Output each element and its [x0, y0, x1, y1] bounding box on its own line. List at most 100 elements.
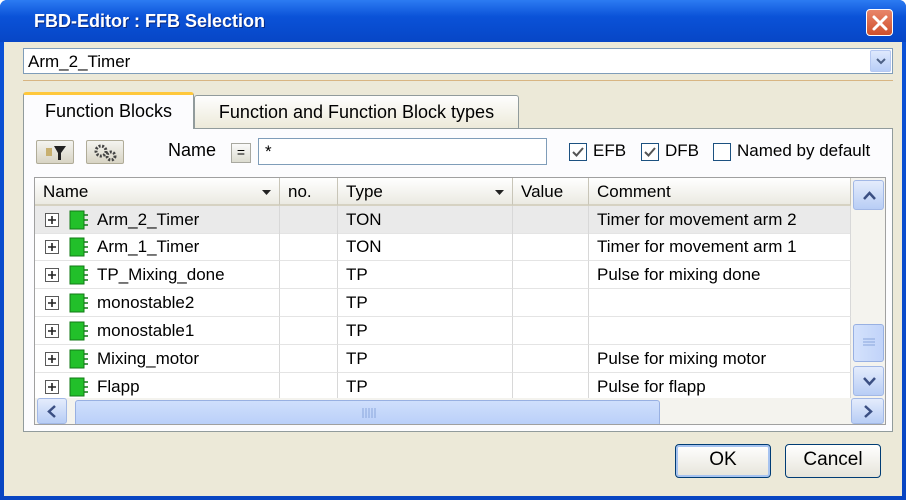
ok-button[interactable]: OK	[675, 444, 771, 478]
type-cell-text: TON	[346, 210, 382, 229]
expand-plus-icon[interactable]	[45, 324, 59, 338]
type-cell-text: TON	[346, 237, 382, 256]
name-cell[interactable]: monostable1	[35, 317, 280, 345]
comment-cell[interactable]	[589, 289, 851, 317]
horizontal-scrollbar[interactable]	[35, 398, 885, 424]
value-cell[interactable]	[513, 345, 589, 373]
comment-cell[interactable]: Timer for movement arm 2	[589, 206, 851, 234]
name-cell[interactable]: Arm_2_Timer	[35, 206, 280, 234]
table-row[interactable]: Mixing_motor TP Pulse for mixing motor	[35, 345, 851, 373]
table-row[interactable]: monostable2 TP	[35, 289, 851, 317]
table-row[interactable]: TP_Mixing_done TP Pulse for mixing done	[35, 261, 851, 289]
no-cell[interactable]	[280, 373, 338, 401]
comment-cell[interactable]: Timer for movement arm 1	[589, 233, 851, 261]
sort-dropdown-icon	[495, 190, 504, 195]
value-cell[interactable]	[513, 206, 589, 234]
no-cell[interactable]	[280, 289, 338, 317]
tab-function-and-fb-types[interactable]: Function and Function Block types	[194, 95, 519, 129]
comment-cell-text: Timer for movement arm 1	[597, 237, 797, 256]
scroll-right-button[interactable]	[851, 398, 884, 424]
efb-checkbox[interactable]	[569, 143, 587, 161]
vertical-scroll-thumb[interactable]	[853, 324, 884, 362]
comment-cell[interactable]: Pulse for mixing motor	[589, 345, 851, 373]
function-block-icon	[69, 321, 88, 341]
value-cell[interactable]	[513, 233, 589, 261]
separator	[23, 80, 893, 81]
expand-plus-icon[interactable]	[45, 268, 59, 282]
horizontal-scroll-thumb[interactable]	[75, 400, 660, 424]
instance-combo[interactable]: Arm_2_Timer	[23, 48, 893, 74]
name-filter-input[interactable]: *	[258, 138, 547, 165]
no-cell[interactable]	[280, 206, 338, 234]
type-cell-text: TP	[346, 377, 368, 396]
name-cell[interactable]: Flapp	[35, 373, 280, 401]
function-block-icon	[69, 377, 88, 397]
value-cell[interactable]	[513, 373, 589, 401]
expand-plus-icon[interactable]	[45, 240, 59, 254]
row-instance-name: monostable1	[97, 321, 195, 340]
grip-icon	[863, 338, 875, 346]
scroll-down-button[interactable]	[853, 366, 884, 396]
close-icon	[872, 15, 888, 31]
function-block-icon	[69, 237, 88, 257]
scroll-left-button[interactable]	[37, 398, 67, 424]
filter-icon	[46, 146, 66, 160]
scroll-up-button[interactable]	[853, 180, 884, 210]
comment-cell[interactable]	[589, 317, 851, 345]
value-cell[interactable]	[513, 261, 589, 289]
no-cell[interactable]	[280, 261, 338, 289]
value-cell[interactable]	[513, 317, 589, 345]
no-cell[interactable]	[280, 345, 338, 373]
type-cell[interactable]: TP	[338, 373, 513, 401]
column-header-type[interactable]: Type	[338, 178, 513, 206]
function-block-icon	[69, 210, 88, 230]
column-header-no[interactable]: no.	[280, 178, 338, 206]
efb-checkbox-label: EFB	[593, 141, 627, 160]
type-cell[interactable]: TON	[338, 206, 513, 234]
type-cell[interactable]: TP	[338, 289, 513, 317]
no-cell[interactable]	[280, 233, 338, 261]
chevron-up-icon	[863, 191, 876, 200]
named-by-default-checkbox[interactable]	[713, 143, 731, 161]
name-cell[interactable]: Mixing_motor	[35, 345, 280, 373]
no-cell[interactable]	[280, 317, 338, 345]
table-row[interactable]: Arm_1_Timer TON Timer for movement arm 1	[35, 233, 851, 261]
tab-panel: Name = * EFB DFB Named by default Name n…	[23, 128, 893, 432]
row-instance-name: monostable2	[97, 293, 195, 312]
gears-icon	[94, 144, 117, 162]
name-cell[interactable]: monostable2	[35, 289, 280, 317]
value-cell[interactable]	[513, 289, 589, 317]
tab-function-blocks[interactable]: Function Blocks	[23, 92, 194, 129]
table-row[interactable]: Arm_2_Timer TON Timer for movement arm 2	[35, 206, 851, 234]
name-cell[interactable]: TP_Mixing_done	[35, 261, 280, 289]
close-button[interactable]	[866, 9, 893, 36]
expand-plus-icon[interactable]	[45, 352, 59, 366]
column-header-value[interactable]: Value	[513, 178, 589, 206]
expand-plus-icon[interactable]	[45, 296, 59, 310]
dfb-checkbox[interactable]	[641, 143, 659, 161]
expand-plus-icon[interactable]	[45, 213, 59, 227]
comment-cell[interactable]: Pulse for flapp	[589, 373, 851, 401]
table-row[interactable]: Flapp TP Pulse for flapp	[35, 373, 851, 401]
type-cell[interactable]: TON	[338, 233, 513, 261]
type-cell[interactable]: TP	[338, 317, 513, 345]
dfb-checkbox-label: DFB	[665, 141, 699, 160]
type-cell[interactable]: TP	[338, 345, 513, 373]
vertical-scrollbar[interactable]	[851, 178, 885, 398]
expand-plus-icon[interactable]	[45, 380, 59, 394]
filter-settings-button[interactable]	[86, 140, 124, 164]
type-cell-text: TP	[346, 293, 368, 312]
name-cell[interactable]: Arm_1_Timer	[35, 233, 280, 261]
column-header-name[interactable]: Name	[35, 178, 280, 206]
combo-dropdown-button[interactable]	[870, 50, 891, 72]
title-bar[interactable]: FBD-Editor : FFB Selection	[0, 0, 906, 42]
name-operator-button[interactable]: =	[231, 143, 251, 163]
type-cell-text: TP	[346, 321, 368, 340]
filter-button[interactable]	[36, 140, 74, 164]
type-cell[interactable]: TP	[338, 261, 513, 289]
comment-cell[interactable]: Pulse for mixing done	[589, 261, 851, 289]
table-row[interactable]: monostable1 TP	[35, 317, 851, 345]
dialog-window: FBD-Editor : FFB Selection Arm_2_Timer F…	[0, 0, 906, 500]
column-header-comment[interactable]: Comment	[589, 178, 851, 206]
cancel-button[interactable]: Cancel	[785, 444, 881, 478]
